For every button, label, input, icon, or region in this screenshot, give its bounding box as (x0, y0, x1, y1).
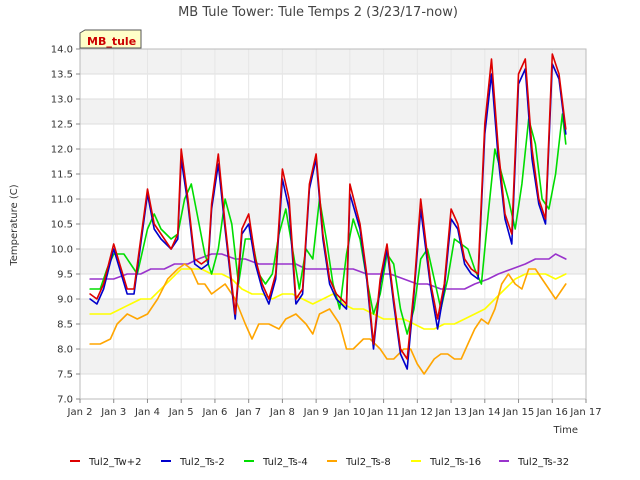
y-axis-ticks: 7.0 7.5 8.0 8.5 9.0 9.5 10.0 10.5 11.0 11.5 12.0 12… (51, 45, 80, 406)
x-tick-label: Jan 13 (434, 407, 466, 418)
y-tick-label: 13.5 (51, 70, 73, 81)
plot-band (80, 349, 586, 374)
x-axis-ticks: Jan 2 Jan 3 Jan 4 Jan 5 Jan 6 Jan 7 Jan 8 Jan 9… (67, 399, 602, 418)
y-tick-label: 8.0 (57, 345, 73, 356)
y-tick-label: 12.5 (51, 120, 73, 131)
x-tick-label: Jan 2 (67, 407, 93, 418)
y-tick-label: 7.5 (57, 370, 73, 381)
legend-item: Tul2_Ts-32 (499, 457, 569, 468)
x-tick-label: Jan 11 (367, 407, 399, 418)
x-tick-label: Jan 6 (201, 407, 227, 418)
x-tick-label: Jan 15 (502, 407, 534, 418)
y-tick-label: 14.0 (51, 45, 73, 56)
site-badge: MB_tule (79, 29, 142, 49)
plot-band (80, 74, 586, 99)
x-tick-label: Jan 4 (134, 407, 160, 418)
x-tick-label: Jan 9 (303, 407, 329, 418)
y-tick-label: 10.5 (51, 220, 73, 231)
plot-band (80, 49, 586, 74)
plot-band (80, 174, 586, 199)
legend-label: Tul2_Ts-32 (517, 457, 569, 468)
x-tick-label: Jan 12 (401, 407, 433, 418)
site-badge-label: MB_tule (87, 35, 136, 48)
plot-band (80, 149, 586, 174)
plot-band (80, 199, 586, 224)
legend-label: Tul2_Ts-8 (345, 457, 391, 468)
legend-label: Tul2_Ts-16 (429, 457, 481, 468)
legend-label: Tul2_Tw+2 (88, 457, 141, 468)
y-tick-label: 12.0 (51, 145, 73, 156)
temperature-chart: Jan 2 Jan 3 Jan 4 Jan 5 Jan 6 Jan 7 Jan 8 Jan 9… (9, 5, 602, 468)
x-tick-label: Jan 17 (569, 407, 601, 418)
x-tick-label: Jan 7 (235, 407, 261, 418)
plot-band (80, 324, 586, 349)
y-axis-label: Temperature (C) (9, 184, 20, 266)
y-tick-label: 13.0 (51, 95, 73, 106)
x-tick-label: Jan 14 (468, 407, 500, 418)
y-tick-label: 8.5 (57, 320, 73, 331)
x-axis-label: Time (553, 425, 578, 436)
y-tick-label: 9.0 (57, 295, 73, 306)
plot-band (80, 374, 586, 399)
x-tick-label: Jan 3 (100, 407, 126, 418)
legend-item: Tul2_Ts-8 (327, 457, 391, 468)
chart-title: MB Tule Tower: Tule Temps 2 (3/23/17-now… (178, 5, 458, 20)
y-tick-label: 10.0 (51, 245, 73, 256)
legend-item: Tul2_Ts-4 (244, 457, 308, 468)
x-tick-label: Jan 5 (168, 407, 194, 418)
y-tick-label: 7.0 (57, 395, 73, 406)
y-tick-label: 11.0 (51, 195, 73, 206)
legend-label: Tul2_Ts-2 (179, 457, 225, 468)
x-tick-label: Jan 16 (536, 407, 568, 418)
y-tick-label: 9.5 (57, 270, 73, 281)
x-tick-label: Jan 10 (333, 407, 365, 418)
y-tick-label: 11.5 (51, 170, 73, 181)
plot-band (80, 99, 586, 124)
legend: Tul2_Tw+2 Tul2_Ts-2 Tul2_Ts-4 Tul2_Ts-8 Tul2… (70, 457, 569, 468)
legend-item: Tul2_Ts-2 (161, 457, 225, 468)
legend-item: Tul2_Ts-16 (411, 457, 481, 468)
plot-band (80, 124, 586, 149)
legend-item: Tul2_Tw+2 (70, 457, 141, 468)
x-tick-label: Jan 8 (269, 407, 295, 418)
legend-label: Tul2_Ts-4 (262, 457, 308, 468)
